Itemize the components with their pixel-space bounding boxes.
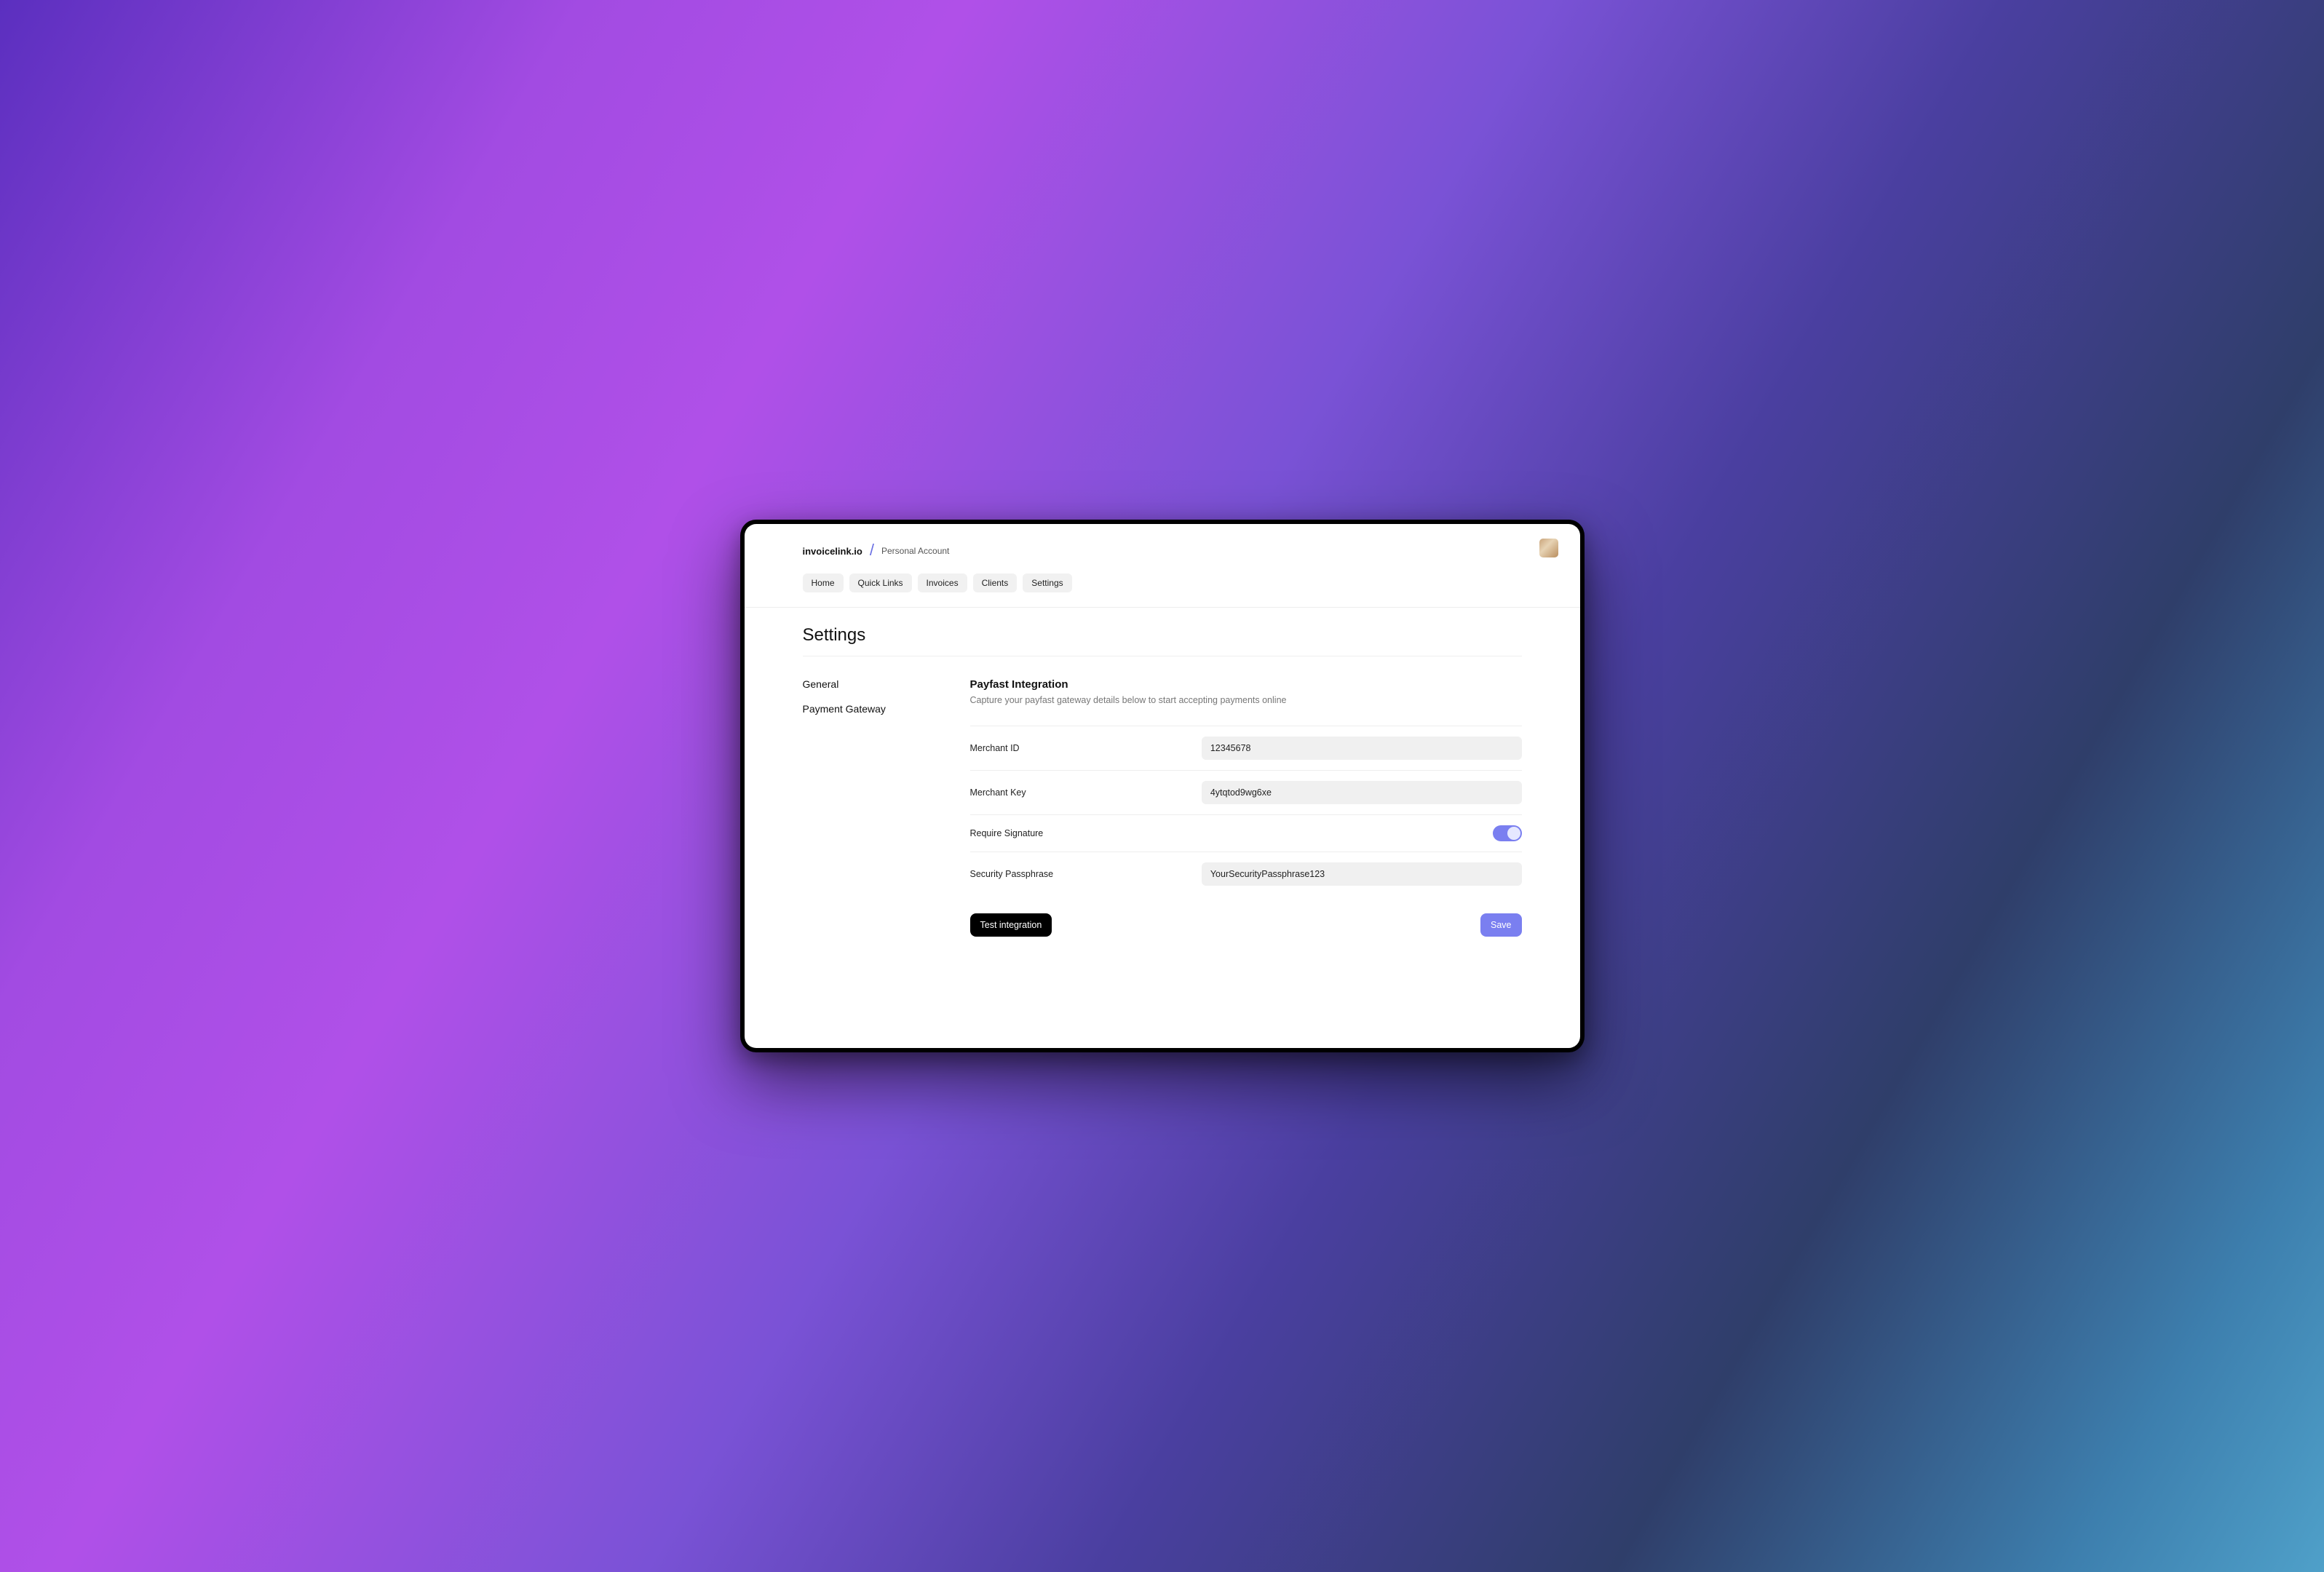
panel-actions: Test integration Save <box>970 913 1522 937</box>
account-name[interactable]: Personal Account <box>881 546 949 556</box>
nav-settings[interactable]: Settings <box>1023 573 1071 592</box>
avatar[interactable] <box>1539 539 1558 557</box>
require-signature-label: Require Signature <box>970 828 1202 838</box>
test-integration-button[interactable]: Test integration <box>970 913 1052 937</box>
merchant-key-label: Merchant Key <box>970 787 1202 798</box>
panel-subtitle: Capture your payfast gateway details bel… <box>970 695 1522 705</box>
nav: Home Quick Links Invoices Clients Settin… <box>803 573 1522 592</box>
breadcrumb-separator-icon: / <box>870 542 874 558</box>
content: Settings General Payment Gateway Payfast… <box>745 608 1580 980</box>
settings-panel: Payfast Integration Capture your payfast… <box>970 678 1522 937</box>
toggle-knob-icon <box>1507 827 1520 840</box>
page-title: Settings <box>803 625 1522 646</box>
nav-invoices[interactable]: Invoices <box>918 573 967 592</box>
merchant-id-input[interactable] <box>1202 737 1522 760</box>
field-row-merchant-key: Merchant Key <box>970 770 1522 814</box>
header-divider <box>745 607 1580 608</box>
app-window: invoicelink.io / Personal Account Home Q… <box>745 524 1580 1048</box>
device-frame: invoicelink.io / Personal Account Home Q… <box>740 520 1585 1052</box>
breadcrumb: invoicelink.io / Personal Account <box>803 543 1522 559</box>
sidebar-item-general[interactable]: General <box>803 678 839 690</box>
settings-sidebar: General Payment Gateway <box>803 678 927 937</box>
brand-name[interactable]: invoicelink.io <box>803 546 862 557</box>
save-button[interactable]: Save <box>1480 913 1522 937</box>
field-row-merchant-id: Merchant ID <box>970 726 1522 770</box>
require-signature-toggle[interactable] <box>1493 825 1522 841</box>
security-passphrase-input[interactable] <box>1202 862 1522 886</box>
sidebar-item-payment-gateway[interactable]: Payment Gateway <box>803 703 886 715</box>
panel-title: Payfast Integration <box>970 678 1522 691</box>
settings-layout: General Payment Gateway Payfast Integrat… <box>803 678 1522 937</box>
topbar: invoicelink.io / Personal Account Home Q… <box>745 524 1580 608</box>
field-row-require-signature: Require Signature <box>970 814 1522 852</box>
merchant-key-input[interactable] <box>1202 781 1522 804</box>
nav-quick-links[interactable]: Quick Links <box>849 573 912 592</box>
field-row-security-passphrase: Security Passphrase <box>970 852 1522 896</box>
security-passphrase-label: Security Passphrase <box>970 869 1202 879</box>
merchant-id-label: Merchant ID <box>970 743 1202 753</box>
nav-home[interactable]: Home <box>803 573 844 592</box>
nav-clients[interactable]: Clients <box>973 573 1018 592</box>
